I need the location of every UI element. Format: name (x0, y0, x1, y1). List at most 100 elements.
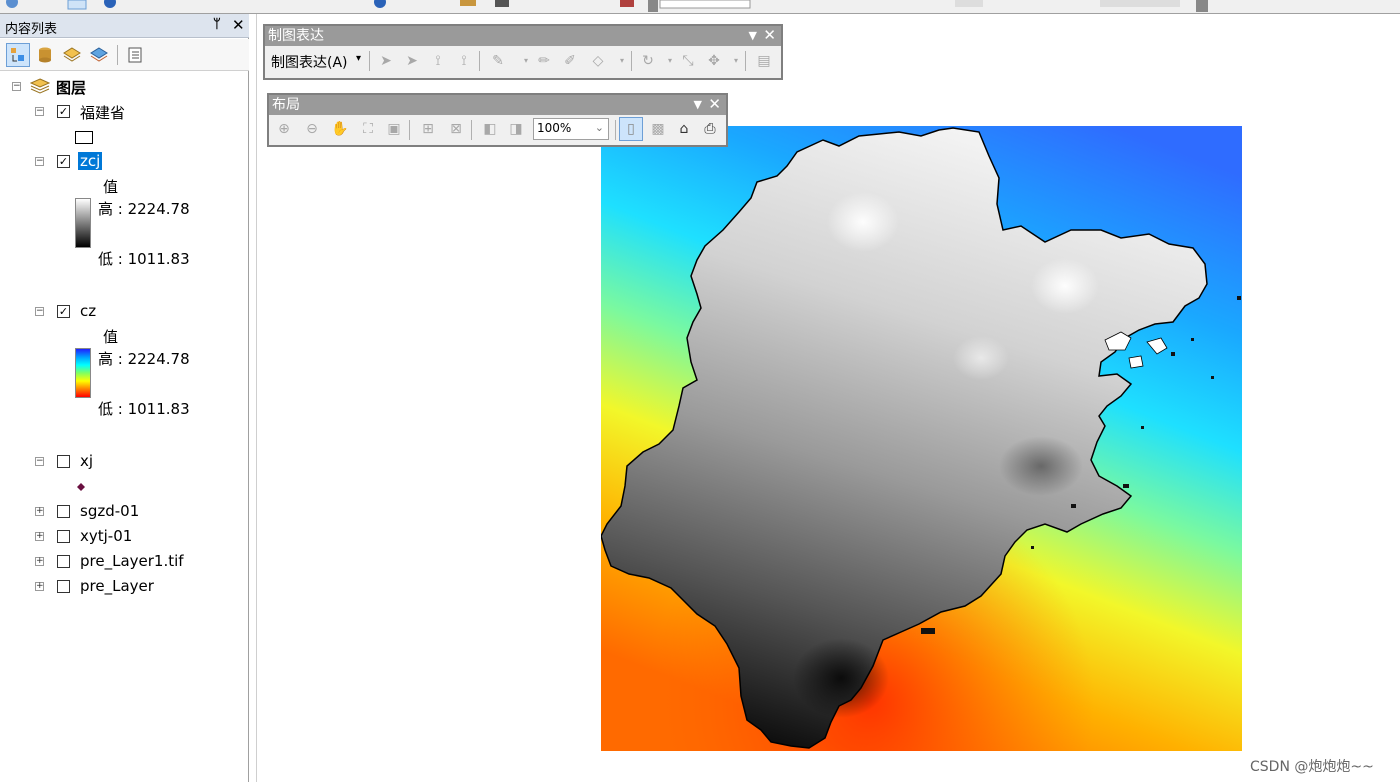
lasso-direct-select-icon[interactable]: ⟟ (455, 52, 473, 70)
select-tool-icon[interactable]: ➤ (377, 52, 395, 70)
layout-toolbar-close-icon[interactable]: ✕ (708, 94, 721, 114)
zoom-percent-combobox[interactable]: 100% ⌄ (533, 118, 609, 140)
pencil-icon[interactable]: ✏ (535, 52, 553, 70)
resize-icon[interactable]: ⤡ (679, 52, 697, 70)
go-back-extent-icon[interactable]: ◧ (481, 120, 499, 138)
layer-prelayer1-label[interactable]: pre_Layer1.tif (80, 552, 184, 570)
options-button[interactable] (123, 43, 147, 67)
layer-xj-checkbox[interactable] (57, 455, 70, 468)
zcj-high-label: 高 : 2224.78 (98, 200, 190, 218)
go-forward-extent-icon[interactable]: ◨ (507, 120, 525, 138)
layer-sgzd-checkbox[interactable] (57, 505, 70, 518)
list-options-icon (128, 47, 142, 63)
pin-icon[interactable]: ᛘ (213, 17, 221, 32)
rotate-icon[interactable]: ↻ (639, 52, 657, 70)
zcj-grayscale-ramp[interactable] (75, 198, 91, 248)
representation-toolbar-body: 制图表达(A) ▾ ➤ ➤ ⟟ ⟟ ✎ ▾ ✏ ✐ ◇ ▾ ↻ ▾ ⤡ ✥ ▾ … (265, 46, 781, 76)
direct-select-tool-icon[interactable]: ➤ (403, 52, 421, 70)
focus-data-frame-icon[interactable]: ▩ (649, 120, 667, 138)
move-chevron-icon[interactable]: ▾ (727, 52, 745, 70)
toolbar-options-chevron-icon[interactable]: ▼ (749, 26, 757, 46)
database-icon (39, 47, 51, 63)
toolbar-separator (745, 51, 746, 71)
zoom-whole-page-icon[interactable]: ⛶ (359, 120, 377, 138)
rotate-chevron-icon[interactable]: ▾ (661, 52, 679, 70)
layer-cz-collapse-toggle[interactable]: − (35, 307, 44, 316)
layer-xytj-checkbox[interactable] (57, 530, 70, 543)
zoom-chevron-down-icon[interactable]: ⌄ (595, 121, 604, 134)
point-symbol-icon[interactable] (76, 482, 86, 492)
layer-zcj-collapse-toggle[interactable]: − (35, 157, 44, 166)
lasso-select-icon[interactable]: ⟟ (429, 52, 447, 70)
layer-cz-checkbox[interactable]: ✓ (57, 305, 70, 318)
zoom-out-icon[interactable]: ⊖ (303, 120, 321, 138)
zoom-100-percent-icon[interactable]: ▣ (385, 120, 403, 138)
layer-fujian-label[interactable]: 福建省 (80, 102, 125, 123)
pencil-alt-icon[interactable]: ✐ (561, 52, 579, 70)
polygon-symbol[interactable] (75, 131, 93, 144)
pan-icon[interactable]: ✋ (331, 120, 349, 138)
cz-color-ramp[interactable] (75, 348, 91, 398)
layer-xytj-label[interactable]: xytj-01 (80, 527, 132, 545)
layer-xj-collapse-toggle[interactable]: − (35, 457, 44, 466)
representation-menu-button[interactable]: 制图表达(A) (271, 52, 348, 72)
list-by-selection-button[interactable] (87, 43, 111, 67)
toolbar-separator (479, 51, 480, 71)
low-value-spot (999, 436, 1083, 496)
low-value-spot (793, 638, 889, 718)
zcj-legend-heading: 值 (103, 178, 119, 196)
cz-low-label: 低 : 1011.83 (98, 400, 190, 418)
toolbar-separator (369, 51, 370, 71)
data-driven-pages-icon[interactable]: ⎙ (701, 120, 719, 138)
layer-prelayer1-expand-toggle[interactable]: + (35, 557, 44, 566)
layer-prelayer-label[interactable]: pre_Layer (80, 577, 154, 595)
layer-fujian-checkbox[interactable]: ✓ (57, 105, 70, 118)
change-layout-icon[interactable]: ⌂ (675, 120, 693, 138)
layer-sgzd-label[interactable]: sgzd-01 (80, 502, 139, 520)
toolbar-separator (117, 45, 118, 65)
layer-prelayer-checkbox[interactable] (57, 580, 70, 593)
list-by-visibility-button[interactable] (60, 43, 84, 67)
toc-title: 内容列表 (5, 22, 58, 37)
high-value-spot (1031, 258, 1099, 314)
layers-icon (63, 47, 81, 62)
layer-zcj-checkbox[interactable]: ✓ (57, 155, 70, 168)
zcj-low-label: 低 : 1011.83 (98, 250, 190, 268)
representation-toolbar-title-bar[interactable]: 制图表达 ▼ ✕ (265, 26, 781, 46)
fixed-zoom-out-icon[interactable]: ⊠ (447, 120, 465, 138)
zoom-in-icon[interactable]: ⊕ (275, 120, 293, 138)
fixed-zoom-in-icon[interactable]: ⊞ (419, 120, 437, 138)
root-collapse-toggle[interactable]: − (12, 82, 21, 91)
interpolation-raster-map[interactable] (601, 126, 1242, 751)
toggle-draft-mode-button[interactable]: ▯ (619, 117, 643, 141)
layer-zcj-label[interactable]: zcj (78, 152, 103, 170)
list-by-drawing-order-button[interactable] (6, 43, 30, 67)
drawing-order-icon (11, 48, 24, 62)
representation-menu-chevron-icon[interactable]: ▾ (356, 53, 361, 64)
layer-prelayer-expand-toggle[interactable]: + (35, 582, 44, 591)
eraser-icon[interactable]: ◇ (589, 52, 607, 70)
properties-icon[interactable]: ▤ (755, 52, 773, 70)
edit-tool-chevron-icon[interactable]: ▾ (517, 52, 535, 70)
layer-prelayer1-checkbox[interactable] (57, 555, 70, 568)
layer-cz-label[interactable]: cz (80, 302, 96, 320)
list-by-source-button[interactable] (33, 43, 57, 67)
toolbar-separator (615, 120, 616, 140)
table-of-contents-panel: 内容列表 ᛘ ✕ − 图层 − ✓ 福建省 − ✓ zcj 值 高: 2224… (0, 14, 249, 782)
main-toolbar-strip (0, 0, 1400, 14)
high-value-spot (953, 336, 1009, 380)
close-icon[interactable]: ✕ (232, 16, 245, 34)
eraser-chevron-icon[interactable]: ▾ (613, 52, 631, 70)
layout-toolbar-title: 布局 (272, 97, 300, 113)
layout-toolbar-title-bar[interactable]: 布局 ▼ ✕ (269, 95, 726, 115)
cz-legend-heading: 值 (103, 328, 119, 346)
layer-xytj-expand-toggle[interactable]: + (35, 532, 44, 541)
layer-xj-label[interactable]: xj (80, 452, 93, 470)
layers-root-label[interactable]: 图层 (56, 77, 86, 98)
toolbar-options-chevron-icon[interactable]: ▼ (694, 95, 702, 115)
edit-tool-icon[interactable]: ✎ (489, 52, 507, 70)
move-icon[interactable]: ✥ (705, 52, 723, 70)
layer-sgzd-expand-toggle[interactable]: + (35, 507, 44, 516)
layer-fujian-collapse-toggle[interactable]: − (35, 107, 44, 116)
representation-toolbar-close-icon[interactable]: ✕ (763, 25, 776, 45)
